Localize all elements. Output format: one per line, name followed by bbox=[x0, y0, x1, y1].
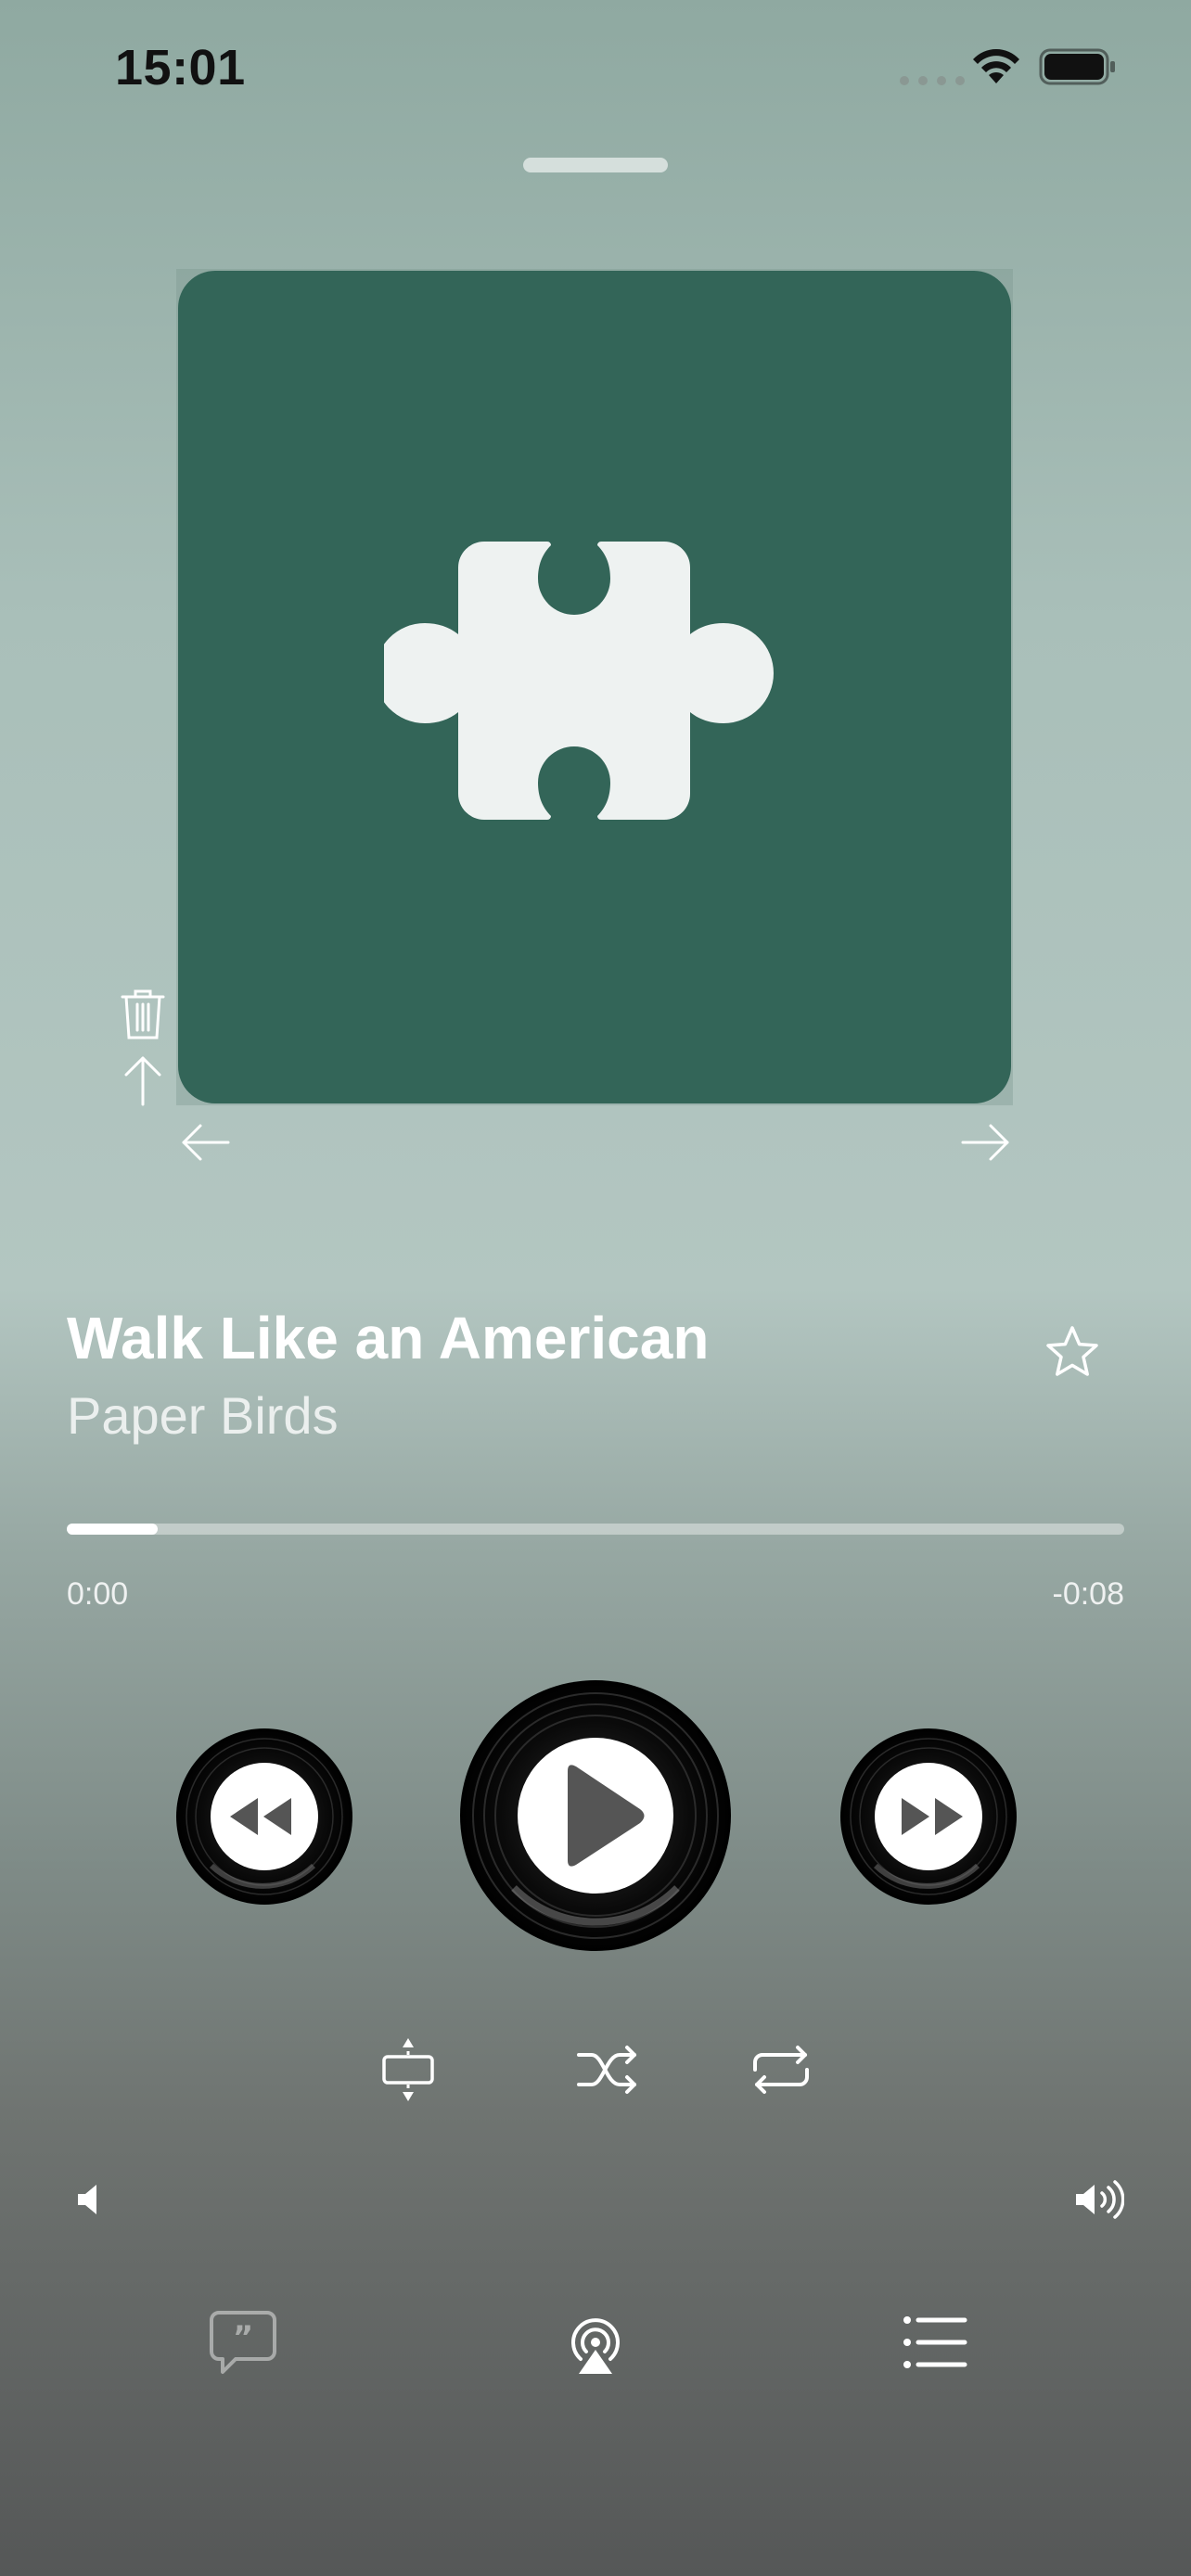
repeat-icon[interactable] bbox=[748, 2036, 814, 2103]
shuffle-icon[interactable] bbox=[575, 2036, 642, 2103]
lyrics-icon[interactable]: ” bbox=[208, 2307, 278, 2378]
svg-text:”: ” bbox=[233, 2319, 253, 2356]
speaker-low-icon[interactable] bbox=[72, 2179, 113, 2220]
progress-bar[interactable] bbox=[67, 1524, 1124, 1535]
fast-forward-button[interactable] bbox=[839, 1727, 1018, 1906]
song-title: Walk Like an American bbox=[67, 1305, 710, 1371]
airplay-icon[interactable] bbox=[560, 2307, 631, 2378]
elapsed-time: 0:00 bbox=[67, 1576, 129, 1612]
arrow-left-icon[interactable] bbox=[178, 1115, 234, 1170]
queue-list-icon[interactable] bbox=[900, 2307, 970, 2378]
trash-icon[interactable] bbox=[115, 986, 171, 1041]
speaker-high-icon[interactable] bbox=[1074, 2179, 1124, 2220]
rewind-button[interactable] bbox=[174, 1727, 354, 1906]
play-button[interactable] bbox=[458, 1678, 733, 1953]
remaining-time: -0:08 bbox=[1052, 1576, 1125, 1612]
progress-fill bbox=[67, 1524, 159, 1535]
cellular-dots-icon bbox=[900, 76, 965, 85]
puzzle-piece-icon bbox=[384, 542, 774, 820]
artist-name[interactable]: Paper Birds bbox=[67, 1385, 339, 1446]
autoplay-icon[interactable] bbox=[375, 2036, 442, 2103]
arrow-right-icon[interactable] bbox=[957, 1115, 1013, 1170]
album-artwork[interactable] bbox=[178, 271, 1011, 1103]
status-time: 15:01 bbox=[115, 40, 246, 96]
star-outline-icon[interactable] bbox=[1043, 1322, 1102, 1382]
arrow-up-icon[interactable] bbox=[115, 1052, 171, 1108]
sheet-grabber[interactable] bbox=[523, 158, 668, 172]
battery-icon bbox=[1039, 48, 1115, 85]
wifi-icon bbox=[973, 49, 1019, 83]
